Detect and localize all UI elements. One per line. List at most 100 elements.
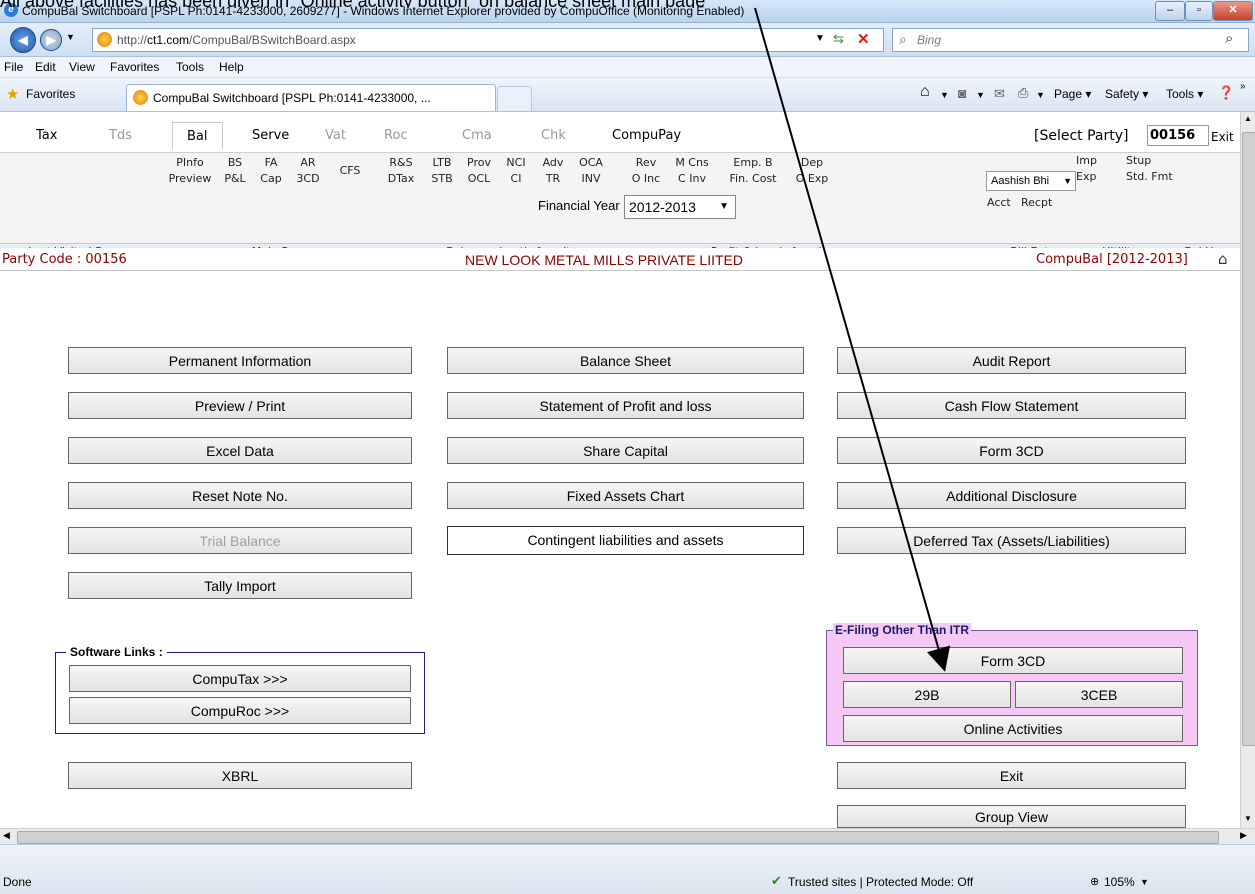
ribbon-item-adv[interactable]: Adv TR <box>537 155 569 187</box>
browser-tab[interactable]: CompuBal Switchboard [PSPL Ph:0141-42330… <box>126 84 496 111</box>
audit-report-button[interactable]: Audit Report <box>837 347 1186 374</box>
profit-loss-button[interactable]: Statement of Profit and loss <box>447 392 804 419</box>
forward-button[interactable]: ▶ <box>40 29 62 51</box>
computoc-button[interactable]: CompuRoc >>> <box>69 697 411 724</box>
deferred-tax-button[interactable]: Deferred Tax (Assets/Liabilities) <box>837 527 1186 554</box>
history-dropdown-icon[interactable]: ▼ <box>66 32 75 42</box>
tally-import-button[interactable]: Tally Import <box>68 572 412 599</box>
select-party-label[interactable]: [Select Party] <box>1034 128 1129 144</box>
ribbon-item-ar[interactable]: AR 3CD <box>292 155 324 187</box>
zoom-dropdown-icon[interactable]: ▼ <box>1140 877 1149 887</box>
contingent-liabilities-button[interactable]: Contingent liabilities and assets <box>447 526 804 555</box>
online-activities-button[interactable]: Online Activities <box>843 715 1183 742</box>
bill-acct-link[interactable]: Acct <box>987 195 1011 211</box>
ribbon-item-empb[interactable]: Emp. B Fin. Cost <box>722 155 784 187</box>
reset-note-no-button[interactable]: Reset Note No. <box>68 482 412 509</box>
menu-favorites[interactable]: Favorites <box>110 60 159 74</box>
vertical-scrollbar[interactable]: ▲ ▼ <box>1240 112 1255 828</box>
refresh-icon[interactable]: ⇆ <box>833 31 844 47</box>
permanent-information-button[interactable]: Permanent Information <box>68 347 412 374</box>
home-dropdown-icon[interactable]: ▼ <box>940 90 949 100</box>
computax-button[interactable]: CompuTax >>> <box>69 665 411 692</box>
menu-help[interactable]: Help <box>219 60 244 74</box>
tab-tax[interactable]: Tax <box>36 128 57 143</box>
tab-compupay[interactable]: CompuPay <box>612 128 681 143</box>
tab-chk[interactable]: Chk <box>541 128 566 143</box>
ribbon-item-rev[interactable]: Rev O Inc <box>628 155 664 187</box>
scroll-left-icon[interactable]: ◀ <box>3 830 10 841</box>
favorites-button[interactable]: Favorites <box>26 87 75 101</box>
ribbon-item-bs[interactable]: BS P&L <box>222 155 248 187</box>
print-icon[interactable]: ⎙ <box>1018 85 1028 101</box>
ribbon-item-ltb[interactable]: LTB STB <box>427 155 457 187</box>
print-dropdown-icon[interactable]: ▼ <box>1036 90 1045 100</box>
bill-recpt-link[interactable]: Recpt <box>1021 195 1052 211</box>
ribbon-item-stup[interactable]: Stup Std. Fmt <box>1126 153 1186 185</box>
feeds-icon[interactable]: ◙ <box>958 85 966 101</box>
menu-view[interactable]: View <box>69 60 95 74</box>
scroll-right-icon[interactable]: ▶ <box>1240 830 1247 841</box>
ribbon-item-prov[interactable]: Prov OCL <box>462 155 496 187</box>
horizontal-scrollbar[interactable]: ◀ ▶ <box>0 828 1255 845</box>
exit-button[interactable]: Exit <box>837 762 1186 789</box>
additional-disclosure-button[interactable]: Additional Disclosure <box>837 482 1186 509</box>
balance-sheet-button[interactable]: Balance Sheet <box>447 347 804 374</box>
excel-data-button[interactable]: Excel Data <box>68 437 412 464</box>
ribbon-item-oca[interactable]: OCA INV <box>574 155 608 187</box>
security-zone[interactable]: Trusted sites | Protected Mode: Off <box>788 875 973 889</box>
mail-icon[interactable]: ✉ <box>994 86 1005 102</box>
share-capital-button[interactable]: Share Capital <box>447 437 804 464</box>
xbrl-button[interactable]: XBRL <box>68 762 412 789</box>
ribbon-exit-link[interactable]: Exit <box>1211 130 1234 144</box>
ribbon-item-imp[interactable]: Imp Exp <box>1076 153 1110 185</box>
home-icon[interactable]: ⌂ <box>920 83 930 101</box>
form-3cd-button[interactable]: Form 3CD <box>837 437 1186 464</box>
party-code-input[interactable]: 00156 <box>1147 125 1209 146</box>
menu-file[interactable]: File <box>4 60 23 74</box>
ribbon-item-fa[interactable]: FA Cap <box>255 155 287 187</box>
financial-year-select[interactable]: 2012-2013 ▼ <box>624 195 736 219</box>
ribbon-item-rs[interactable]: R&S DTax <box>384 155 418 187</box>
bill-entry-dropdown[interactable]: Aashish Bhi ▼ <box>986 171 1076 191</box>
menu-edit[interactable]: Edit <box>35 60 56 74</box>
scroll-down-icon[interactable]: ▼ <box>1244 814 1252 823</box>
address-dropdown-icon[interactable]: ▼ <box>815 33 825 44</box>
address-bar[interactable]: http://ct1.com/CompuBal/BSwitchBoard.asp… <box>92 28 884 52</box>
efiling-3ceb-button[interactable]: 3CEB <box>1015 681 1183 708</box>
zoom-level[interactable]: 105% <box>1104 875 1135 889</box>
ribbon-item-pinfo[interactable]: PInfo Preview <box>165 155 215 187</box>
scroll-up-icon[interactable]: ▲ <box>1244 114 1252 123</box>
efiling-29b-button[interactable]: 29B <box>843 681 1011 708</box>
cash-flow-statement-button[interactable]: Cash Flow Statement <box>837 392 1186 419</box>
tab-roc[interactable]: Roc <box>384 128 408 143</box>
ribbon-item-cfs[interactable]: CFS <box>335 163 365 179</box>
zoom-icon[interactable]: ⊕ <box>1090 875 1099 888</box>
menu-tools[interactable]: Tools <box>176 60 204 74</box>
help-icon[interactable]: ❓ <box>1218 85 1234 101</box>
horizontal-scroll-thumb[interactable] <box>17 831 1219 844</box>
search-icon[interactable]: ⌕ <box>1225 30 1233 47</box>
ribbon-item-dep[interactable]: Dep O Exp <box>792 155 832 187</box>
efiling-form-3cd-button[interactable]: Form 3CD <box>843 647 1183 674</box>
new-tab-button[interactable] <box>497 86 532 111</box>
group-view-button[interactable]: Group View <box>837 805 1186 828</box>
tab-bal[interactable]: Bal <box>172 122 223 149</box>
home-icon[interactable]: ⌂ <box>1218 250 1228 268</box>
tab-serve[interactable]: Serve <box>252 128 289 143</box>
tools-menu[interactable]: Tools ▾ <box>1166 87 1203 101</box>
favorites-star-icon[interactable]: ★ <box>6 85 19 103</box>
preview-print-button[interactable]: Preview / Print <box>68 392 412 419</box>
back-button[interactable]: ◀ <box>10 27 36 53</box>
tab-cma[interactable]: Cma <box>462 128 492 143</box>
vertical-scroll-thumb[interactable] <box>1242 132 1255 746</box>
stop-icon[interactable]: ✕ <box>857 30 870 48</box>
trial-balance-button[interactable]: Trial Balance <box>68 527 412 554</box>
safety-menu[interactable]: Safety ▾ <box>1105 87 1148 101</box>
tab-vat[interactable]: Vat <box>325 128 346 143</box>
ribbon-item-nci[interactable]: NCI CI <box>500 155 532 187</box>
fixed-assets-chart-button[interactable]: Fixed Assets Chart <box>447 482 804 509</box>
ribbon-item-mcns[interactable]: M Cns C Inv <box>670 155 714 187</box>
page-menu[interactable]: Page ▾ <box>1054 87 1091 101</box>
chevron-more-icon[interactable]: » <box>1240 81 1246 92</box>
feeds-dropdown-icon[interactable]: ▼ <box>976 90 985 100</box>
